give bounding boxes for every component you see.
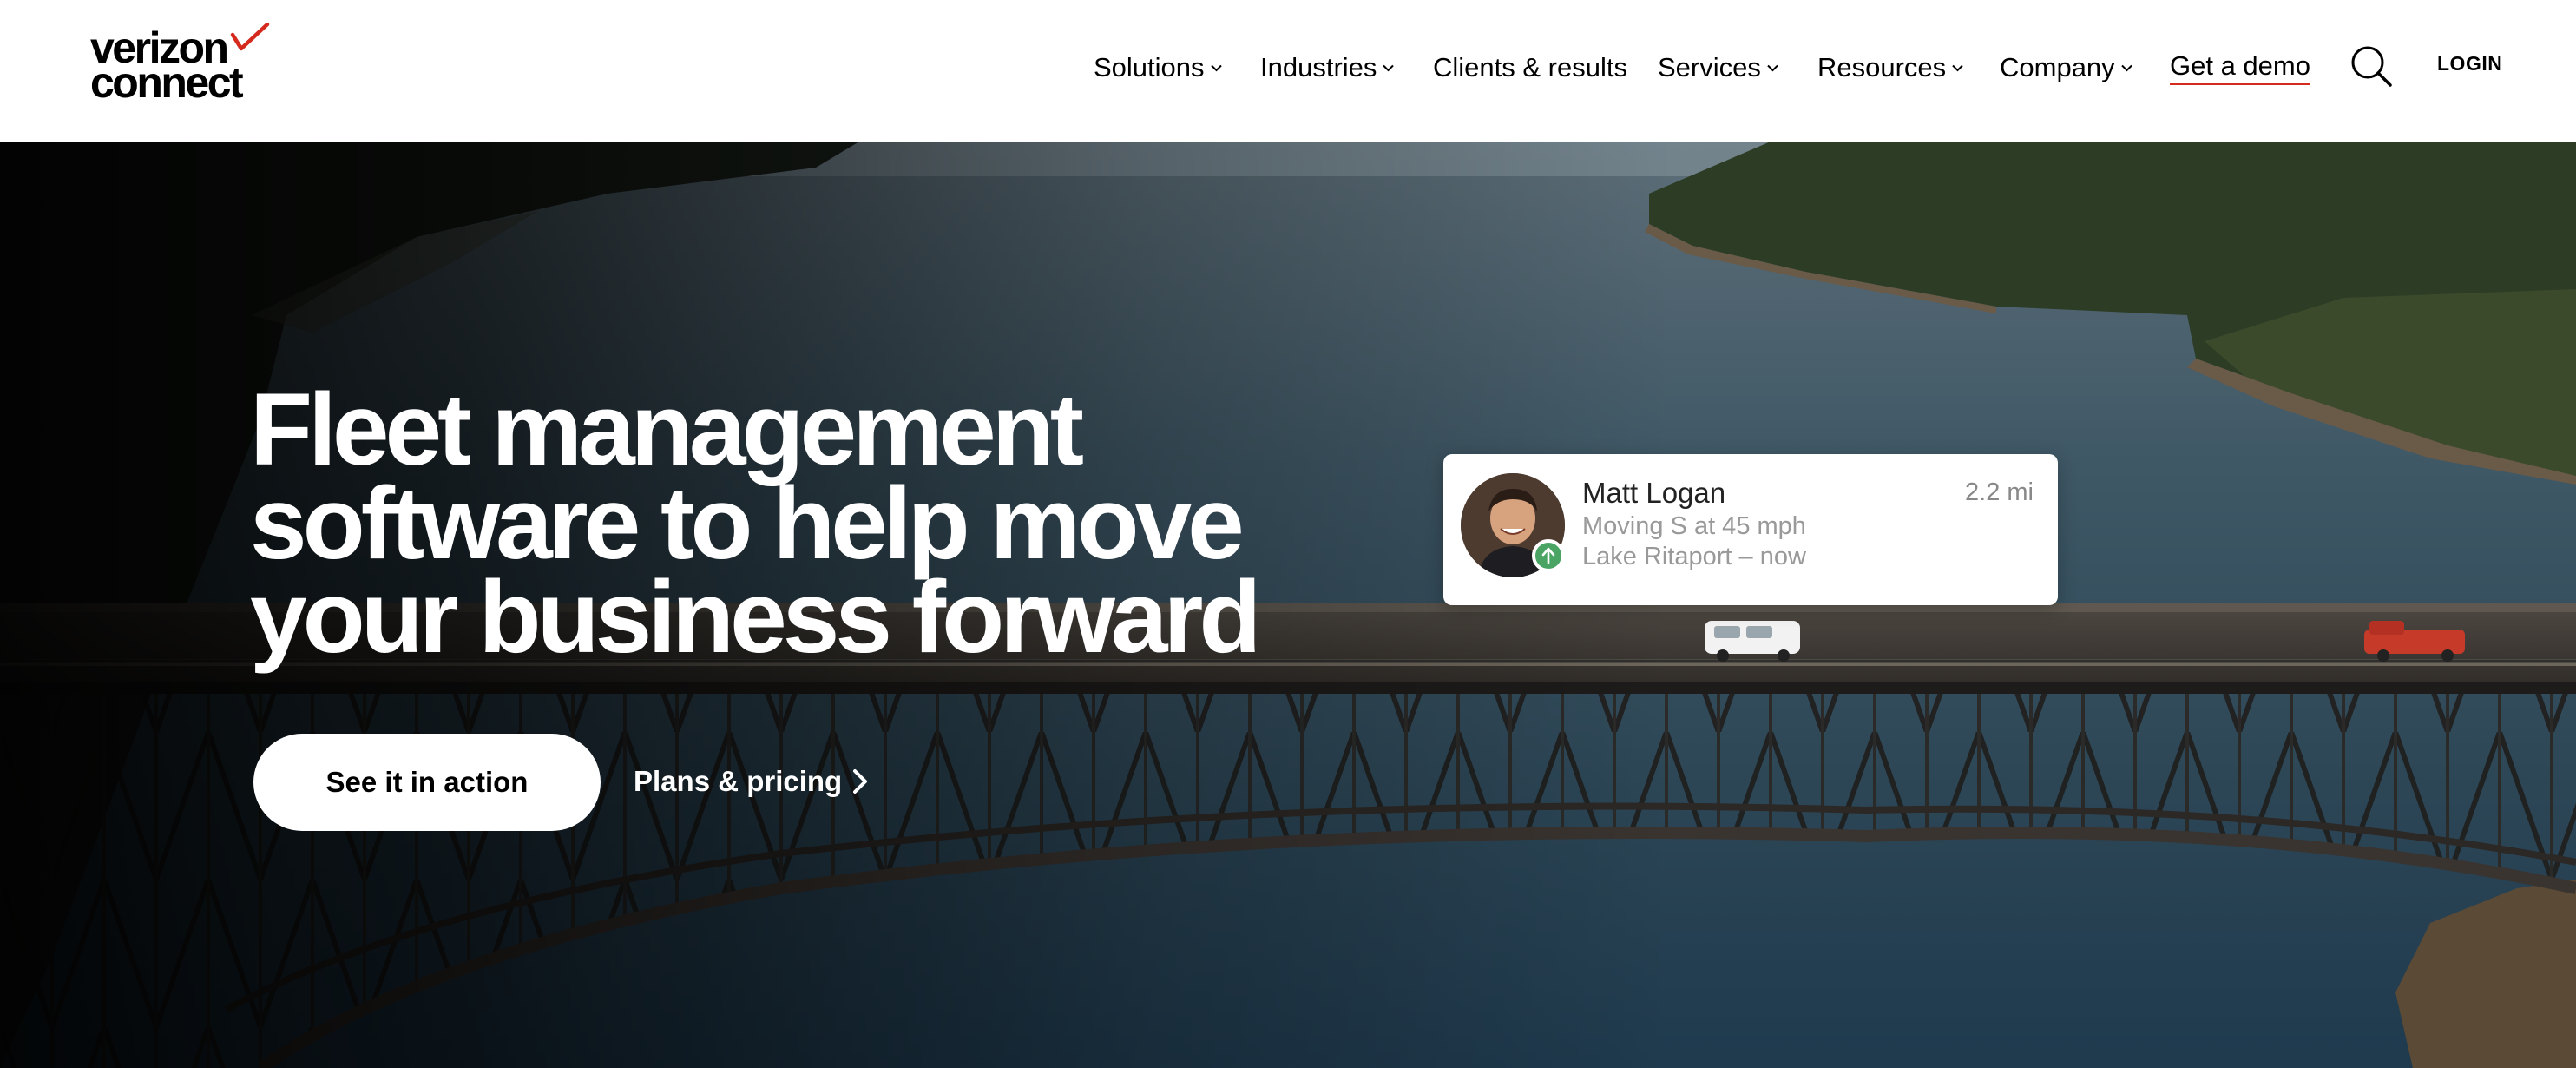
- get-a-demo-link[interactable]: Get a demo: [2170, 49, 2310, 87]
- chevron-right-icon: [853, 769, 868, 794]
- nav-item-resources[interactable]: Resources: [1817, 49, 1963, 87]
- plans-pricing-link[interactable]: Plans & pricing: [634, 760, 868, 803]
- search-icon[interactable]: [2349, 43, 2394, 89]
- see-it-in-action-label: See it in action: [325, 766, 529, 798]
- hero-section: Fleet management software to help move y…: [0, 142, 2576, 1068]
- site-header: verizon connect Solutions Industries Cli…: [0, 0, 2576, 142]
- nav-item-solutions[interactable]: Solutions: [1094, 49, 1222, 87]
- login-button[interactable]: LOGIN: [2437, 52, 2502, 76]
- chevron-down-icon: [1383, 64, 1395, 71]
- distance-value: 2.2 mi: [1965, 478, 2034, 506]
- nav-item-industries[interactable]: Industries: [1260, 49, 1395, 87]
- card-pointer: [1732, 460, 1774, 479]
- verizon-connect-logo[interactable]: verizon connect: [90, 23, 281, 107]
- chevron-down-icon: [1952, 64, 1963, 71]
- chevron-down-icon: [2120, 64, 2132, 71]
- nav-item-label: Services: [1658, 52, 1761, 82]
- chevron-down-icon: [1210, 64, 1222, 71]
- nav-item-clients-results[interactable]: Clients & results: [1433, 49, 1627, 87]
- chevron-down-icon: [1767, 64, 1778, 71]
- see-it-in-action-button[interactable]: See it in action: [253, 734, 601, 831]
- nav-item-label: Resources: [1817, 52, 1947, 82]
- driver-name: Matt Logan: [1582, 477, 1726, 509]
- logo-word-connect: connect: [90, 58, 244, 107]
- nav-item-services[interactable]: Services: [1658, 49, 1778, 87]
- driver-location: Lake Ritaport – now: [1582, 543, 1806, 570]
- moving-status-icon: [1532, 539, 1565, 572]
- nav-item-label: Solutions: [1094, 52, 1205, 82]
- nav-item-label: Clients & results: [1433, 52, 1627, 82]
- headline-line: Fleet management: [250, 372, 1084, 487]
- hero-headline: Fleet management software to help move y…: [250, 372, 1291, 675]
- headline-line: software to help move: [250, 466, 1245, 581]
- verizon-check-icon: [230, 23, 270, 51]
- plans-pricing-label: Plans & pricing: [634, 765, 843, 797]
- driver-status: Moving S at 45 mph: [1582, 512, 1806, 540]
- get-a-demo-label: Get a demo: [2170, 50, 2310, 85]
- nav-item-label: Industries: [1260, 52, 1377, 82]
- headline-line: your business forward: [250, 560, 1262, 675]
- nav-item-label: Company: [2000, 52, 2115, 82]
- nav-item-company[interactable]: Company: [2000, 49, 2132, 87]
